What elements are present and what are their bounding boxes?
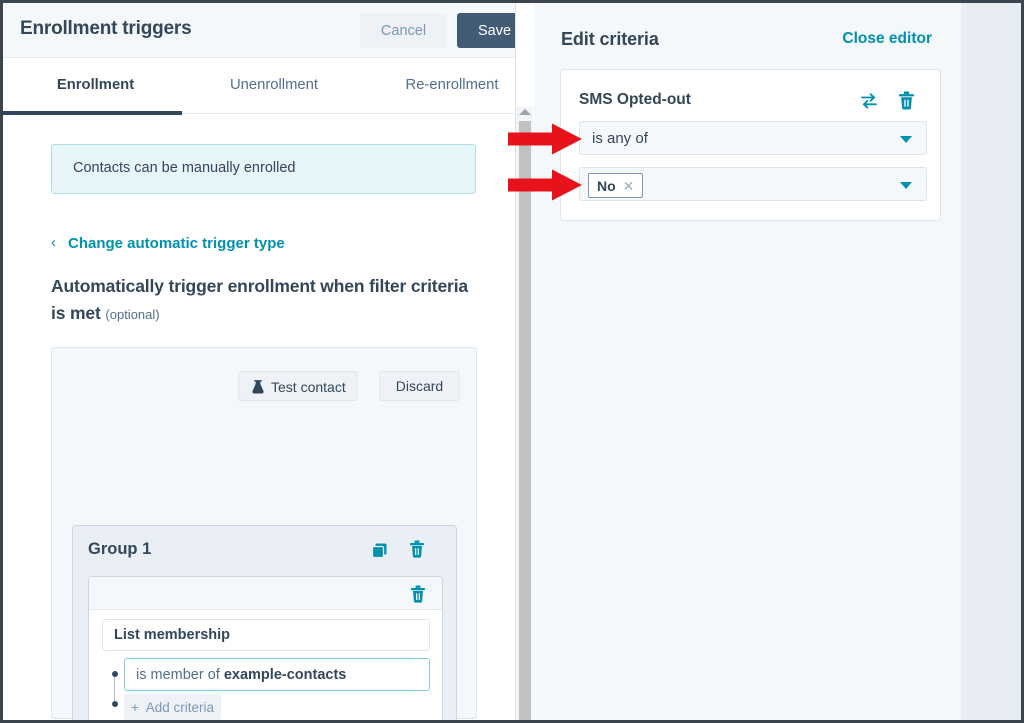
arrow-right-icon bbox=[508, 168, 583, 207]
value-chip-label: No bbox=[597, 177, 616, 194]
criteria-field-name: SMS Opted-out bbox=[579, 91, 691, 108]
page-background-strip bbox=[961, 3, 1021, 720]
value-select[interactable]: No ✕ bbox=[579, 167, 927, 201]
change-automatic-trigger-type-link[interactable]: Change automatic trigger type bbox=[68, 235, 285, 252]
add-criteria-label: Add criteria bbox=[145, 699, 214, 715]
manual-enrollment-info-text: Contacts can be manually enrolled bbox=[73, 160, 296, 176]
scrollbar-thumb[interactable] bbox=[519, 121, 531, 720]
panel-scrollbar[interactable] bbox=[515, 3, 533, 720]
criteria-editor-card: SMS Opted-out is any of No ✕ bbox=[560, 69, 941, 221]
criteria-bullet bbox=[112, 671, 118, 677]
filter-card: List membership is member of example-con… bbox=[88, 576, 443, 720]
criteria-row-text: is member of example-contacts bbox=[136, 667, 346, 683]
tab-enrollment[interactable]: Enrollment bbox=[6, 58, 185, 113]
flask-icon bbox=[251, 379, 265, 397]
operator-selected-value: is any of bbox=[592, 130, 648, 147]
criteria-row[interactable]: is member of example-contacts bbox=[124, 658, 430, 691]
criteria-bullet bbox=[112, 701, 118, 707]
swap-arrows-icon[interactable] bbox=[860, 93, 878, 114]
filter-property-field[interactable]: List membership bbox=[102, 619, 430, 651]
cancel-button[interactable]: Cancel bbox=[360, 13, 447, 48]
group-title: Group 1 bbox=[88, 540, 152, 558]
page-title: Enrollment triggers bbox=[20, 18, 192, 39]
filter-criteria-container: Test contact Discard Group 1 List member… bbox=[51, 347, 477, 720]
plus-icon: + bbox=[131, 699, 139, 715]
criteria-row-prefix: is member of bbox=[136, 667, 224, 683]
filter-property-label: List membership bbox=[114, 627, 231, 643]
enrollment-triggers-panel: Enrollment triggers Cancel Save Enrollme… bbox=[3, 3, 515, 720]
trash-icon[interactable] bbox=[410, 585, 426, 608]
app-window: Enrollment triggers Cancel Save Enrollme… bbox=[0, 0, 1024, 723]
close-icon[interactable]: ✕ bbox=[623, 179, 635, 193]
test-contact-button[interactable]: Test contact bbox=[238, 371, 358, 401]
criteria-row-value: example-contacts bbox=[223, 667, 347, 683]
test-contact-label: Test contact bbox=[271, 379, 346, 395]
manual-enrollment-info-box: Contacts can be manually enrolled bbox=[51, 144, 476, 194]
criteria-connector-line bbox=[114, 677, 115, 702]
add-criteria-button[interactable]: + Add criteria bbox=[124, 694, 221, 720]
arrow-right-icon bbox=[508, 122, 583, 161]
trash-icon[interactable] bbox=[409, 540, 425, 563]
panel-header: Enrollment triggers Cancel Save bbox=[3, 3, 515, 58]
filter-card-header bbox=[89, 577, 442, 610]
chevron-up-icon[interactable] bbox=[519, 109, 531, 115]
section-heading-optional: (optional) bbox=[105, 307, 160, 322]
trash-icon[interactable] bbox=[898, 91, 915, 115]
panel-body: Contacts can be manually enrolled ‹ Chan… bbox=[3, 115, 515, 720]
value-chip[interactable]: No ✕ bbox=[588, 173, 644, 198]
edit-criteria-panel: Edit criteria Close editor SMS Opted-out bbox=[534, 3, 961, 720]
tab-bar: Enrollment Unenrollment Re-enrollment bbox=[3, 58, 515, 114]
edit-criteria-title: Edit criteria bbox=[561, 29, 659, 49]
chevron-left-icon[interactable]: ‹ bbox=[51, 234, 56, 251]
scrollbar-track[interactable] bbox=[516, 3, 533, 107]
close-editor-link[interactable]: Close editor bbox=[842, 30, 932, 48]
copy-icon[interactable] bbox=[371, 542, 388, 564]
chevron-down-icon bbox=[900, 136, 912, 143]
discard-button[interactable]: Discard bbox=[379, 371, 460, 401]
tab-re-enrollment[interactable]: Re-enrollment bbox=[363, 58, 515, 113]
chevron-down-icon bbox=[900, 182, 912, 189]
section-heading: Automatically trigger enrollment when fi… bbox=[51, 273, 481, 328]
save-button[interactable]: Save bbox=[457, 13, 515, 48]
filter-group-card: Group 1 List membership is member of exa… bbox=[72, 525, 457, 720]
tab-unenrollment[interactable]: Unenrollment bbox=[185, 58, 363, 113]
operator-select[interactable]: is any of bbox=[579, 121, 927, 155]
